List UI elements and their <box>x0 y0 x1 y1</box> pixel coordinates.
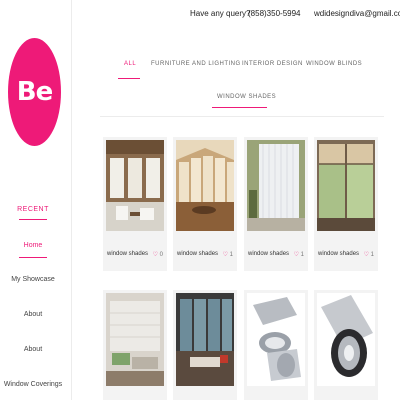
heart-icon: ♡ <box>152 252 158 258</box>
like-button[interactable]: ♡ 1 <box>364 251 374 258</box>
card-caption: window shades <box>107 251 149 257</box>
logo-text: Be <box>16 77 53 107</box>
like-count: 1 <box>370 252 374 258</box>
query-text: Have any query? <box>190 9 251 18</box>
heart-icon: ♡ <box>222 252 228 258</box>
sidebar-item-about[interactable]: About <box>0 311 66 318</box>
filter-interior-design[interactable]: INTERIOR DESIGN <box>242 61 303 67</box>
gallery-image[interactable] <box>106 293 164 386</box>
filter-window-blinds[interactable]: WINDOW BLINDS <box>306 61 362 67</box>
card-caption: window shades <box>248 251 290 257</box>
gallery-image[interactable] <box>106 140 164 231</box>
sidebar: Be RECENT Home My Showcase About About W… <box>0 0 72 400</box>
heart-icon: ♡ <box>363 252 369 258</box>
card-caption: window shades <box>318 251 360 257</box>
filter-window-shades[interactable]: WINDOW SHADES <box>217 94 276 100</box>
heart-icon: ♡ <box>293 252 299 258</box>
gallery-card[interactable] <box>244 290 308 400</box>
gallery-image[interactable] <box>176 140 234 231</box>
like-button[interactable]: ♡ 0 <box>153 251 163 258</box>
gallery-image[interactable] <box>317 293 375 386</box>
like-count: 1 <box>229 252 233 258</box>
sidebar-item-my-showcase[interactable]: My Showcase <box>0 276 66 283</box>
gallery-card[interactable] <box>103 290 167 400</box>
recent-underline <box>19 219 47 220</box>
gallery-card[interactable]: window shades ♡ 1 <box>173 137 237 271</box>
like-button[interactable]: ♡ 1 <box>223 251 233 258</box>
filter-window-shades-underline <box>212 107 267 108</box>
email-link[interactable]: wdidesigndiva@gmail.com <box>314 9 400 23</box>
gallery-card[interactable] <box>173 290 237 400</box>
contact-bar: Have any query? (858)350-5994 wdidesignd… <box>190 9 400 23</box>
card-caption: window shades <box>177 251 219 257</box>
gallery-card[interactable]: window shades ♡ 1 <box>314 137 378 271</box>
recent-heading: RECENT <box>17 206 49 213</box>
like-button[interactable]: ♡ 1 <box>294 251 304 258</box>
gallery-card[interactable]: window shades ♡ 0 <box>103 137 167 271</box>
gallery-image[interactable] <box>317 140 375 231</box>
divider <box>100 116 384 117</box>
filter-furniture-and-lighting[interactable]: FURNITURE AND LIGHTING <box>151 61 241 67</box>
like-count: 0 <box>159 252 163 258</box>
gallery-image[interactable] <box>247 293 305 386</box>
gallery-image[interactable] <box>176 293 234 386</box>
gallery-card[interactable] <box>314 290 378 400</box>
home-underline <box>19 257 47 258</box>
sidebar-item-home[interactable]: Home <box>0 242 66 249</box>
sidebar-item-window-coverings[interactable]: Window Coverings <box>0 381 66 388</box>
sidebar-item-about-2[interactable]: About <box>0 346 66 353</box>
filter-all-underline <box>118 78 140 79</box>
like-count: 1 <box>300 252 304 258</box>
gallery-card[interactable]: window shades ♡ 1 <box>244 137 308 271</box>
phone-link[interactable]: (858)350-5994 <box>248 9 304 23</box>
logo[interactable]: Be <box>8 38 61 146</box>
gallery-image[interactable] <box>247 140 305 231</box>
filter-all[interactable]: ALL <box>124 61 136 67</box>
